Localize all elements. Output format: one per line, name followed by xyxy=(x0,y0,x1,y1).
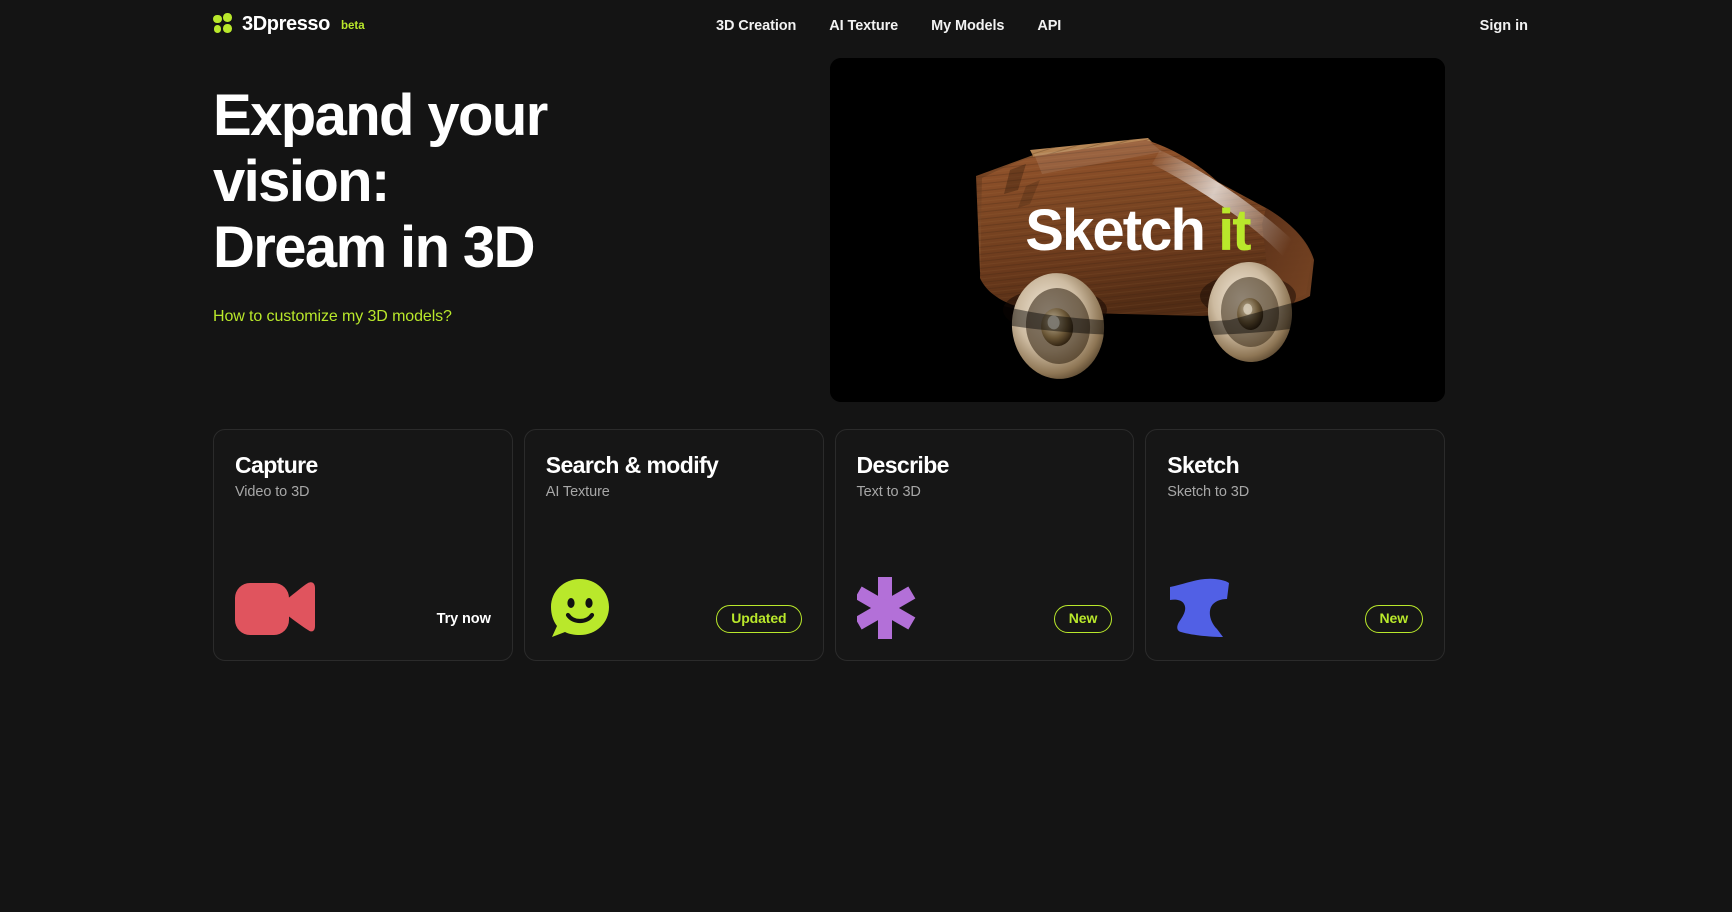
card-title: Sketch xyxy=(1167,452,1240,478)
nav-item-ai-texture[interactable]: AI Texture xyxy=(829,18,898,34)
card-search-modify[interactable]: Search & modify AI Texture Updated xyxy=(523,429,824,661)
status-badge-new[interactable]: New xyxy=(1053,605,1113,633)
card-title: Describe xyxy=(856,452,950,478)
card-describe[interactable]: Describe Text to 3D New xyxy=(834,429,1135,661)
card-footer: New xyxy=(1146,555,1444,660)
card-footer: Updated xyxy=(525,555,823,660)
brand-logo-link[interactable]: 3Dpresso beta xyxy=(213,13,365,34)
feature-cards: Capture Video to 3D Try now Search & mod… xyxy=(213,429,1445,661)
card-title: Search & modify xyxy=(545,452,719,478)
four-dots-logo-icon xyxy=(213,13,233,34)
sketch-blob-icon xyxy=(1170,578,1230,637)
status-badge-updated[interactable]: Updated xyxy=(716,605,802,633)
card-subtitle: Text to 3D xyxy=(856,484,921,500)
nav-item-api[interactable]: API xyxy=(1037,18,1061,34)
brand-beta-tag: beta xyxy=(340,20,365,32)
wooden-toy-car-3d-render xyxy=(830,58,1445,402)
card-subtitle: AI Texture xyxy=(545,484,610,500)
smiley-speech-bubble-icon xyxy=(550,579,609,637)
main-nav: 3D Creation AI Texture My Models API xyxy=(716,0,1061,52)
hero-media-card[interactable]: Sketch it xyxy=(830,58,1445,402)
brand-name: 3Dpresso xyxy=(242,13,330,35)
site-header: 3Dpresso beta 3D Creation AI Texture My … xyxy=(0,0,1732,52)
card-footer: New xyxy=(836,555,1134,660)
status-badge-new[interactable]: New xyxy=(1364,605,1423,633)
nav-item-3d-creation[interactable]: 3D Creation xyxy=(716,18,796,34)
try-now-link[interactable]: Try now xyxy=(437,611,491,627)
card-footer: Try now xyxy=(214,555,512,660)
sign-in-button[interactable]: Sign in xyxy=(1480,18,1528,34)
card-subtitle: Sketch to 3D xyxy=(1167,484,1250,500)
card-capture[interactable]: Capture Video to 3D Try now xyxy=(213,429,513,661)
nav-item-my-models[interactable]: My Models xyxy=(931,18,1004,34)
page-title: Expand your vision: Dream in 3D xyxy=(213,83,548,281)
landing-page: 3Dpresso beta 3D Creation AI Texture My … xyxy=(0,0,1732,912)
card-sketch[interactable]: Sketch Sketch to 3D New xyxy=(1145,429,1445,661)
card-subtitle: Video to 3D xyxy=(235,484,310,500)
video-camera-icon xyxy=(235,582,315,635)
how-to-customize-link[interactable]: How to customize my 3D models? xyxy=(213,308,452,326)
asterisk-icon xyxy=(856,577,915,639)
hero-text-block: Expand your vision: Dream in 3D How to c… xyxy=(213,83,733,326)
card-title: Capture xyxy=(235,452,318,478)
sign-in-container: Sign in xyxy=(1480,0,1528,52)
